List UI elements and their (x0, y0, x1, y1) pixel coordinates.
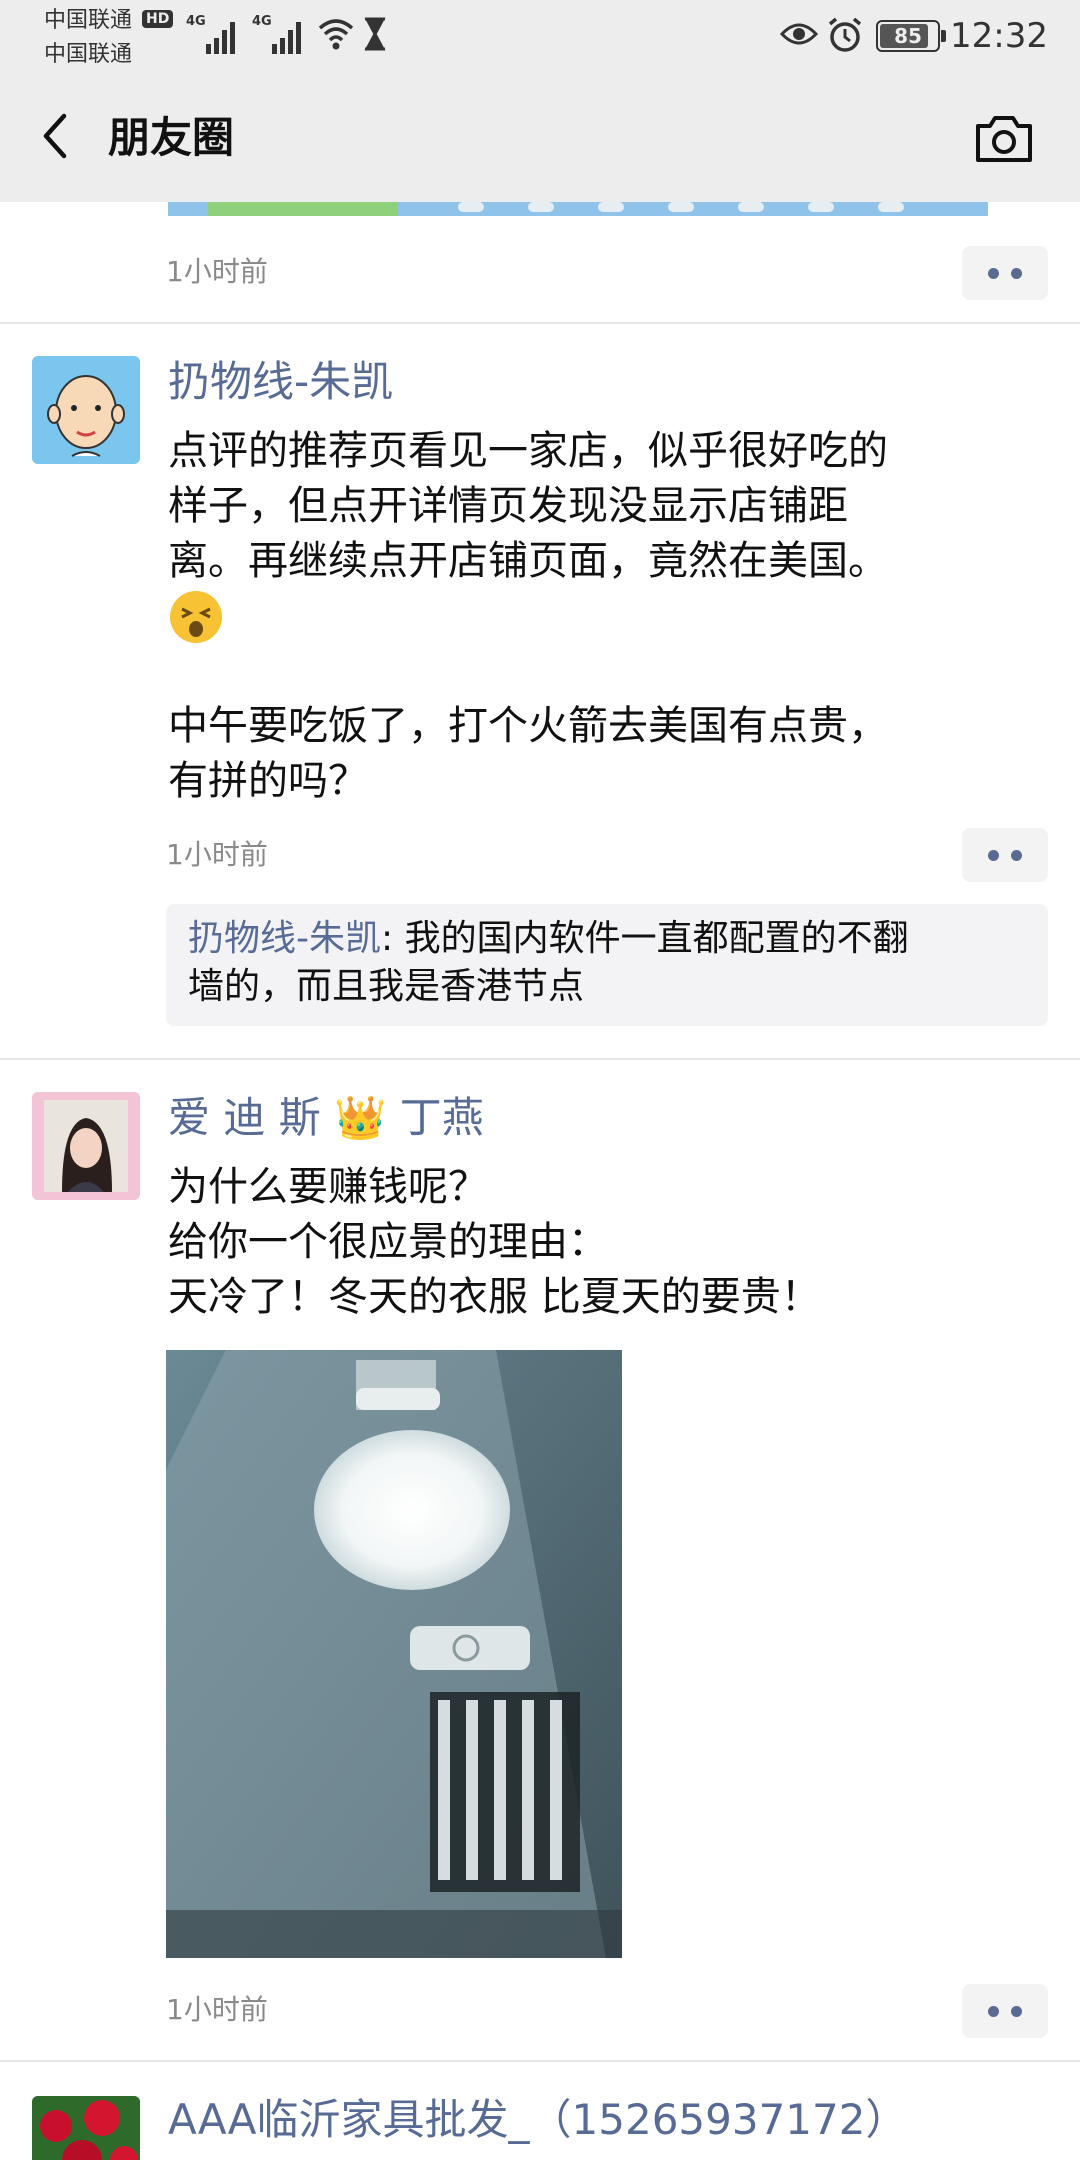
comment-line-2: 墙的，而且我是香港节点 (188, 966, 585, 1007)
emoji-line (168, 589, 1018, 644)
post-text-line: 离。再继续点开店铺页面，竟然在美国。 (168, 538, 888, 584)
author-name-part-2: 丁燕 (399, 1093, 484, 1142)
girl-photo-avatar-image (32, 1092, 140, 1200)
post-author-name[interactable]: 爱 迪 斯 👑 丁燕 (168, 1090, 484, 1146)
camera-icon[interactable] (974, 112, 1034, 164)
post-author-name[interactable]: AAA临沂家具批发_（15265937172） (168, 2092, 907, 2148)
post-more-button[interactable] (962, 1984, 1048, 2038)
comment-author[interactable]: 扔物线-朱凯 (188, 918, 381, 959)
post-text-line: 给你一个很应景的理由： (168, 1219, 608, 1265)
status-bar: 中国联通 中国联通 HD 4G 4G 85 12:32 (0, 0, 1080, 70)
post-divider (0, 322, 1080, 324)
comment-separator: : (381, 918, 405, 959)
signal-icon: 4G (186, 14, 240, 54)
post-text-line: 点评的推荐页看见一家店，似乎很好吃的 (168, 428, 888, 474)
avatar[interactable] (32, 356, 140, 464)
previous-post-time: 1小时前 (166, 255, 268, 288)
battery-level: 85 (894, 24, 922, 48)
chevron-left-icon[interactable] (36, 108, 84, 164)
post-text: 为什么要赚钱呢？ 给你一个很应景的理由： 天冷了！冬天的衣服 比夏天的要贵！ (168, 1160, 1018, 1325)
eye-icon (780, 23, 818, 45)
post-text: 点评的推荐页看见一家店，似乎很好吃的 样子，但点开详情页发现没显示店铺距 离。再… (168, 424, 1018, 809)
carrier-label-1: 中国联通 (44, 8, 133, 33)
post-text-line: 有拼的吗？ (168, 758, 368, 804)
avatar[interactable] (32, 2096, 140, 2160)
post-photo[interactable] (166, 1350, 622, 1958)
nav-bar: 朋友圈 (0, 70, 1080, 202)
cartoon-face-avatar-image (47, 375, 125, 457)
hd-badge: HD (142, 10, 174, 28)
network-type-label-2: 4G (252, 14, 272, 29)
post-text-line: 天冷了！冬天的衣服 比夏天的要贵！ (168, 1274, 821, 1320)
battery-icon: 85 (876, 20, 946, 52)
hourglass-icon (364, 17, 386, 51)
street-lamp-photo-image (166, 1350, 622, 1958)
post-text-line (168, 644, 1018, 699)
previous-post-more-button[interactable] (962, 246, 1048, 300)
moments-feed[interactable]: 1小时前 扔物线-朱凯 点评的推荐页看见一家店，似乎很好吃的 样子，但点开详情页… (0, 202, 1080, 2160)
post-text-line: 为什么要赚钱呢？ (168, 1164, 488, 1210)
carrier-label-2: 中国联通 (44, 42, 133, 67)
post-text-line: 中午要吃饭了，打个火箭去美国有点贵， (168, 703, 888, 749)
comment-line-1: 扔物线-朱凯: 我的国内软件一直都配置的不翻 (188, 916, 909, 962)
post-time: 1小时前 (166, 1993, 268, 2026)
clock: 12:32 (950, 16, 1048, 56)
signal-icon-2: 4G (252, 14, 306, 54)
wifi-icon (318, 19, 354, 50)
dizzy-face-emoji-icon (170, 591, 222, 643)
post-author-name[interactable]: 扔物线-朱凯 (168, 354, 393, 410)
post-divider (0, 2060, 1080, 2062)
post-text-line: 样子，但点开详情页发现没显示店铺距 (168, 483, 848, 529)
avatar[interactable] (32, 1092, 140, 1200)
previous-post-image-strip[interactable] (168, 202, 988, 216)
comment-text: 我的国内软件一直都配置的不翻 (404, 918, 909, 959)
alarm-icon (828, 17, 862, 52)
roses-avatar-image (32, 2096, 140, 2160)
page-title: 朋友圈 (108, 113, 235, 162)
post-divider (0, 1058, 1080, 1060)
network-type-label: 4G (186, 14, 206, 29)
post-time: 1小时前 (166, 838, 268, 871)
comment-box[interactable]: 扔物线-朱凯: 我的国内软件一直都配置的不翻 墙的，而且我是香港节点 (166, 904, 1048, 1026)
crown-emoji: 👑 (334, 1093, 387, 1142)
author-name-part-1: 爱 迪 斯 (168, 1093, 321, 1142)
post-more-button[interactable] (962, 828, 1048, 882)
